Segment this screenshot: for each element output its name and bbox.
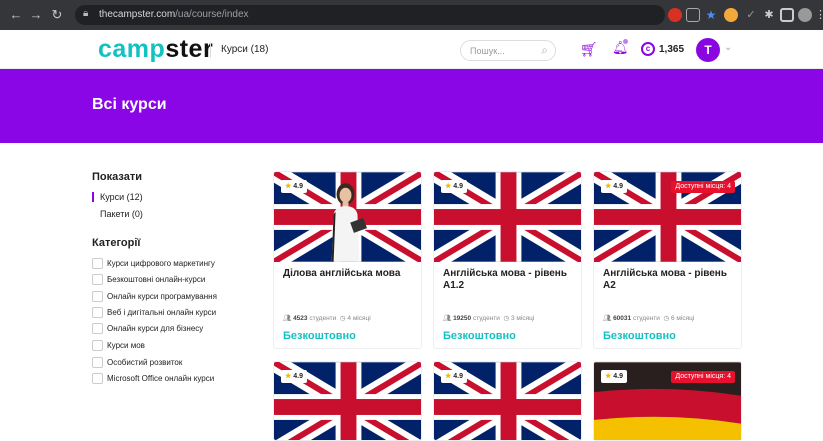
- checkbox[interactable]: [92, 291, 103, 302]
- checkbox[interactable]: [92, 373, 103, 384]
- bookmark-star-icon[interactable]: ★: [704, 8, 718, 22]
- clock-icon: ◷: [503, 315, 510, 322]
- rating-badge: ★ 4.9: [281, 180, 308, 193]
- star-icon: ★: [605, 183, 612, 190]
- browser-toolbar: ← → ↻ 🔒︎ thecampster.com/ua/course/index…: [0, 0, 823, 30]
- star-icon: ★: [285, 373, 292, 380]
- sidepanel-icon[interactable]: [780, 8, 794, 22]
- reload-icon[interactable]: ↻: [49, 7, 65, 23]
- logo[interactable]: campster: [98, 35, 213, 64]
- extension-icon[interactable]: [668, 8, 682, 22]
- course-card[interactable]: ★ 4.9 Англійська мова - рівень А1.2 👥︎ 19…: [433, 171, 582, 349]
- notification-dot: [623, 39, 628, 44]
- course-price: Безкоштовно: [283, 330, 356, 342]
- available-spots-badge: Доступні місця: 4: [671, 181, 735, 193]
- course-price: Безкоштовно: [443, 330, 516, 342]
- course-title[interactable]: Англійська мова - рівень А1.2: [443, 268, 577, 292]
- course-card[interactable]: ★ 4.9 Ділова англійська мова 👥︎ 4523 студ…: [273, 171, 422, 349]
- course-meta: 👥︎ 60031 студенти ◷ 6 місяці: [603, 315, 695, 322]
- rating-badge: ★ 4.9: [601, 180, 628, 193]
- address-bar[interactable]: 🔒︎ thecampster.com/ua/course/index: [75, 5, 665, 25]
- show-section-title: Показати: [92, 171, 142, 183]
- clock-icon: ◷: [339, 315, 346, 322]
- checkbox[interactable]: [92, 307, 103, 318]
- checkbox[interactable]: [92, 340, 103, 351]
- course-price: Безкоштовно: [603, 330, 676, 342]
- course-title[interactable]: Англійська мова - рівень А2: [603, 268, 737, 292]
- url-text: thecampster.com/ua/course/index: [99, 9, 249, 20]
- star-icon: ★: [605, 373, 612, 380]
- page-title: Всі курси: [92, 96, 167, 113]
- rating-badge: ★ 4.9: [441, 180, 468, 193]
- star-icon: ★: [445, 373, 452, 380]
- checkbox[interactable]: [92, 357, 103, 368]
- lock-icon: 🔒︎: [83, 8, 89, 19]
- chevron-down-icon[interactable]: ⌄: [724, 42, 732, 53]
- site-header: campster Курси (18) Пошук... ⌕ 🛒︎ 🔔︎ c 1…: [0, 30, 823, 69]
- search-icon: ⌕: [541, 43, 548, 57]
- available-spots-badge: Доступні місця: 4: [671, 371, 735, 383]
- coin-balance[interactable]: 1,365: [659, 44, 684, 55]
- divider: [210, 42, 211, 58]
- search-input[interactable]: Пошук... ⌕: [460, 40, 556, 61]
- extension-icon[interactable]: ✓: [744, 8, 758, 22]
- checkbox[interactable]: [92, 323, 103, 334]
- avatar[interactable]: T: [696, 38, 720, 62]
- forward-icon[interactable]: →: [28, 7, 44, 23]
- courses-link[interactable]: Курси (18): [221, 44, 268, 55]
- checkbox[interactable]: [92, 274, 103, 285]
- star-icon: ★: [445, 183, 452, 190]
- share-icon[interactable]: [686, 8, 700, 22]
- checkbox[interactable]: [92, 258, 103, 269]
- extensions-puzzle-icon[interactable]: ✱: [762, 8, 776, 22]
- course-card[interactable]: ★ 4.9: [273, 361, 422, 441]
- rating-badge: ★ 4.9: [601, 370, 628, 383]
- course-meta: 👥︎ 4523 студенти ◷ 4 місяці: [283, 315, 371, 322]
- profile-icon[interactable]: [798, 8, 812, 22]
- search-placeholder: Пошук...: [470, 46, 505, 56]
- filter-packages[interactable]: Пакети (0): [92, 209, 143, 219]
- filter-courses[interactable]: Курси (12): [92, 192, 143, 202]
- course-title[interactable]: Ділова англійська мова: [283, 268, 417, 280]
- rating-badge: ★ 4.9: [441, 370, 468, 383]
- cart-icon[interactable]: 🛒︎: [580, 41, 598, 58]
- course-meta: 👥︎ 19250 студенти ◷ 3 місяці: [443, 315, 535, 322]
- course-card[interactable]: ★ 4.9 Доступні місця: 4: [593, 361, 742, 441]
- clock-icon: ◷: [663, 315, 670, 322]
- coin-icon: c: [641, 42, 655, 56]
- course-card[interactable]: ★ 4.9: [433, 361, 582, 441]
- page-banner: Всі курси: [0, 69, 823, 143]
- extension-icon[interactable]: [724, 8, 738, 22]
- star-icon: ★: [285, 183, 292, 190]
- menu-icon[interactable]: ⋮: [815, 8, 823, 22]
- back-icon[interactable]: ←: [8, 7, 24, 23]
- rating-badge: ★ 4.9: [281, 370, 308, 383]
- course-card[interactable]: ★ 4.9 Доступні місця: 4 Англійська мова -…: [593, 171, 742, 349]
- categories-title: Категорії: [92, 237, 141, 249]
